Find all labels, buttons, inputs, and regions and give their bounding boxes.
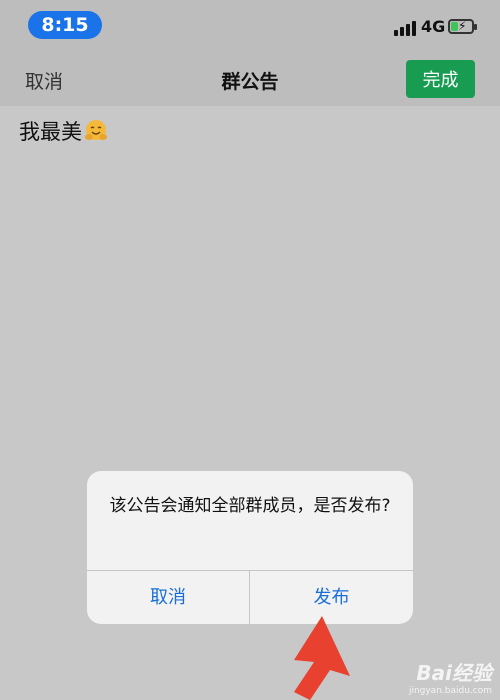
dialog-message: 该公告会通知全部群成员，是否发布? — [109, 496, 391, 516]
battery-charging-icon: ⚡ — [448, 19, 477, 34]
status-bar: 8:15 4G ⚡ — [0, 0, 500, 52]
watermark-url: jingyan.baidu.com — [408, 686, 492, 696]
hugging-face-icon — [85, 120, 107, 140]
announcement-text: 我最美 — [19, 120, 82, 144]
announcement-editor[interactable]: 我最美 — [19, 116, 108, 146]
publish-confirm-dialog: 该公告会通知全部群成员，是否发布? 取消 发布 — [87, 471, 413, 624]
watermark-logo: Bai经验 — [416, 661, 492, 685]
done-button[interactable]: 完成 — [406, 60, 475, 98]
red-arrow-icon — [294, 616, 350, 700]
nav-bar: 取消 群公告 完成 — [0, 52, 500, 106]
status-time: 8:15 — [28, 11, 102, 39]
signal-icon — [394, 20, 416, 36]
watermark: Bai经验 jingyan.baidu.com — [409, 657, 492, 696]
dialog-cancel-button[interactable]: 取消 — [87, 571, 249, 624]
network-label: 4G — [421, 17, 446, 36]
